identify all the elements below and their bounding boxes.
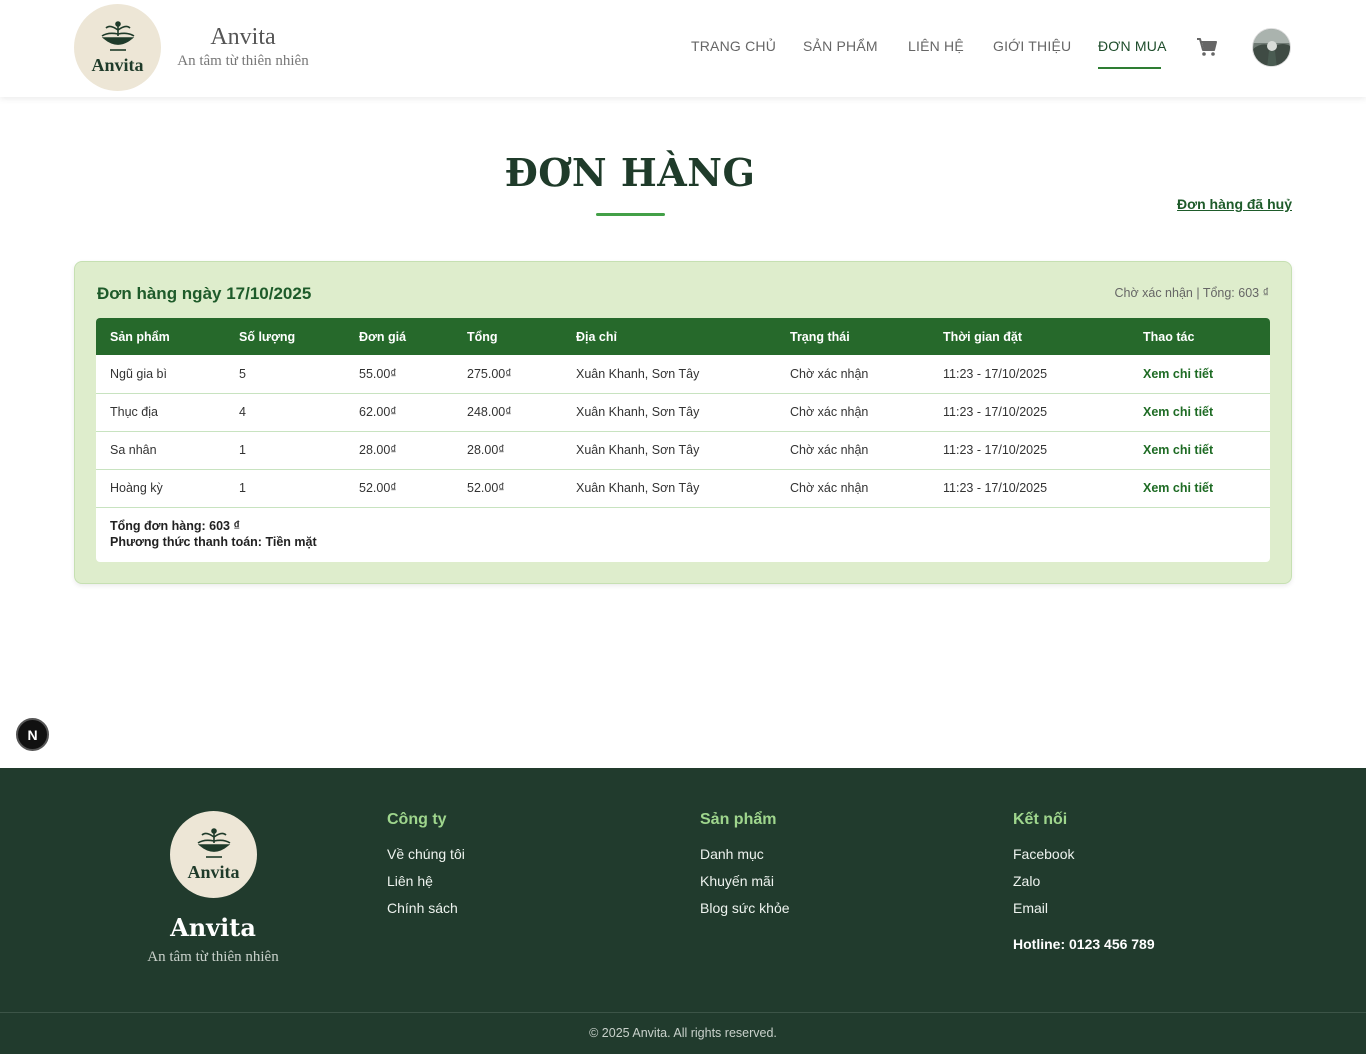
nav-orders[interactable]: ĐƠN MUA [1098, 38, 1167, 54]
view-details-link[interactable]: Xem chi tiết [1129, 431, 1270, 470]
column-header: Trạng thái [790, 329, 850, 344]
order-time-cell: 11:23 - 17/10/2025 [929, 393, 1129, 432]
brand-tagline: An tâm từ thiên nhiên [177, 53, 309, 69]
unit-price-cell: 55.00₫ [345, 355, 453, 394]
view-details-link[interactable]: Xem chi tiết [1129, 469, 1270, 508]
footer-brand-name: Anvita [170, 913, 256, 942]
nav-products[interactable]: SẢN PHẨM [803, 38, 878, 54]
product-cell: Hoàng kỳ [96, 469, 225, 508]
order-table-wrapper: Sản phẩm Số lượng Đơn giá Tổng Địa chỉ T… [96, 318, 1270, 562]
table-row: Hoàng kỳ 1 52.00₫ 52.00₫ Xuân Khanh, Sơn… [96, 469, 1270, 508]
quantity-cell: 1 [225, 469, 345, 508]
view-details-link[interactable]: Xem chi tiết [1129, 355, 1270, 394]
table-row: Sa nhân 1 28.00₫ 28.00₫ Xuân Khanh, Sơn … [96, 431, 1270, 470]
avatar-image [1253, 29, 1290, 66]
footer-column-title: Công ty [387, 811, 447, 828]
order-title: Đơn hàng ngày 17/10/2025 [97, 284, 312, 303]
quantity-cell: 1 [225, 431, 345, 470]
site-footer: Anvita Anvita An tâm từ thiên nhiên Công… [0, 768, 1366, 1054]
address-cell: Xuân Khanh, Sơn Tây [562, 469, 776, 508]
footer-products-column: Sản phẩm Danh mục Khuyến mãi Blog sức kh… [700, 811, 790, 927]
copyright-text: © 2025 Anvita. All rights reserved. [589, 1026, 777, 1040]
footer-link-categories[interactable]: Danh mục [700, 846, 790, 862]
address-cell: Xuân Khanh, Sơn Tây [562, 431, 776, 470]
column-header: Tổng [467, 329, 498, 344]
nav-contact[interactable]: LIÊN HỆ [908, 38, 964, 54]
column-header: Địa chỉ [576, 329, 617, 344]
order-time-cell: 11:23 - 17/10/2025 [929, 431, 1129, 470]
table-header-row: Sản phẩm Số lượng Đơn giá Tổng Địa chỉ T… [96, 318, 1270, 355]
status-cell: Chờ xác nhận [776, 469, 929, 508]
total-cell: 248.00₫ [453, 393, 562, 432]
order-total: Tổng đơn hàng: 603 ₫ [110, 519, 240, 533]
brand-name: Anvita [210, 24, 276, 50]
product-cell: Ngũ gia bì [96, 355, 225, 394]
nav-about[interactable]: GIỚI THIỆU [993, 38, 1071, 54]
footer-link-promotions[interactable]: Khuyến mãi [700, 873, 790, 889]
logo-text: Anvita [91, 54, 144, 75]
footer-logo: Anvita [170, 811, 257, 898]
status-cell: Chờ xác nhận [776, 355, 929, 394]
herb-bowl-icon [197, 827, 230, 858]
cancelled-orders-link[interactable]: Đơn hàng đã huỷ [1170, 196, 1292, 212]
footer-logo-text: Anvita [187, 861, 240, 882]
unit-price-cell: 62.00₫ [345, 393, 453, 432]
order-time-cell: 11:23 - 17/10/2025 [929, 469, 1129, 508]
unit-price-cell: 28.00₫ [345, 431, 453, 470]
footer-connect-column: Kết nối Facebook Zalo Email Hotline: 012… [1013, 811, 1155, 952]
table-row: Thục địa 4 62.00₫ 248.00₫ Xuân Khanh, Sơ… [96, 393, 1270, 432]
nav-home[interactable]: TRANG CHỦ [691, 38, 776, 54]
herb-bowl-icon [101, 20, 134, 51]
total-cell: 275.00₫ [453, 355, 562, 394]
logo[interactable]: Anvita [74, 4, 161, 91]
dev-tools-badge[interactable]: N [16, 718, 49, 751]
user-avatar[interactable] [1252, 28, 1291, 67]
footer-link-facebook[interactable]: Facebook [1013, 846, 1155, 862]
quantity-cell: 5 [225, 355, 345, 394]
footer-company-column: Công ty Về chúng tôi Liên hệ Chính sách [387, 811, 465, 927]
footer-link-about[interactable]: Về chúng tôi [387, 846, 465, 862]
site-header: Anvita Anvita An tâm từ thiên nhiên TRAN… [0, 0, 1366, 97]
order-status-summary: Chờ xác nhận | Tổng: 603 ₫ [1114, 286, 1269, 300]
address-cell: Xuân Khanh, Sơn Tây [562, 393, 776, 432]
column-header: Số lượng [239, 329, 296, 344]
address-cell: Xuân Khanh, Sơn Tây [562, 355, 776, 394]
table-row: Ngũ gia bì 5 55.00₫ 275.00₫ Xuân Khanh, … [96, 355, 1270, 394]
column-header: Đơn giá [359, 329, 407, 344]
footer-link-health-blog[interactable]: Blog sức khỏe [700, 900, 790, 916]
footer-tagline: An tâm từ thiên nhiên [147, 949, 279, 965]
order-table: Sản phẩm Số lượng Đơn giá Tổng Địa chỉ T… [96, 318, 1270, 508]
status-cell: Chờ xác nhận [776, 431, 929, 470]
footer-column-title: Kết nối [1013, 811, 1068, 828]
total-cell: 52.00₫ [453, 469, 562, 508]
product-cell: Thục địa [96, 393, 225, 432]
page-title: ĐƠN HÀNG [504, 150, 756, 195]
view-details-link[interactable]: Xem chi tiết [1129, 393, 1270, 432]
column-header: Thời gian đặt [943, 329, 1023, 344]
order-summary: Tổng đơn hàng: 603 ₫ Phương thức thanh t… [110, 518, 317, 550]
title-underline [596, 213, 665, 216]
order-time-cell: 11:23 - 17/10/2025 [929, 355, 1129, 394]
footer-divider [0, 1012, 1366, 1013]
total-cell: 28.00₫ [453, 431, 562, 470]
footer-link-policy[interactable]: Chính sách [387, 900, 465, 916]
order-card: Đơn hàng ngày 17/10/2025 Chờ xác nhận | … [74, 261, 1292, 584]
column-header: Sản phẩm [110, 329, 170, 344]
footer-column-title: Sản phẩm [700, 811, 777, 828]
status-cell: Chờ xác nhận [776, 393, 929, 432]
column-header: Thao tác [1143, 329, 1195, 344]
footer-hotline: Hotline: 0123 456 789 [1013, 936, 1155, 952]
footer-link-email[interactable]: Email [1013, 900, 1155, 916]
payment-method: Phương thức thanh toán: Tiền mặt [110, 535, 317, 549]
footer-link-contact[interactable]: Liên hệ [387, 873, 465, 889]
footer-link-zalo[interactable]: Zalo [1013, 873, 1155, 889]
nav-active-indicator [1098, 67, 1161, 69]
quantity-cell: 4 [225, 393, 345, 432]
shopping-cart-icon[interactable] [1196, 37, 1218, 57]
unit-price-cell: 52.00₫ [345, 469, 453, 508]
product-cell: Sa nhân [96, 431, 225, 470]
